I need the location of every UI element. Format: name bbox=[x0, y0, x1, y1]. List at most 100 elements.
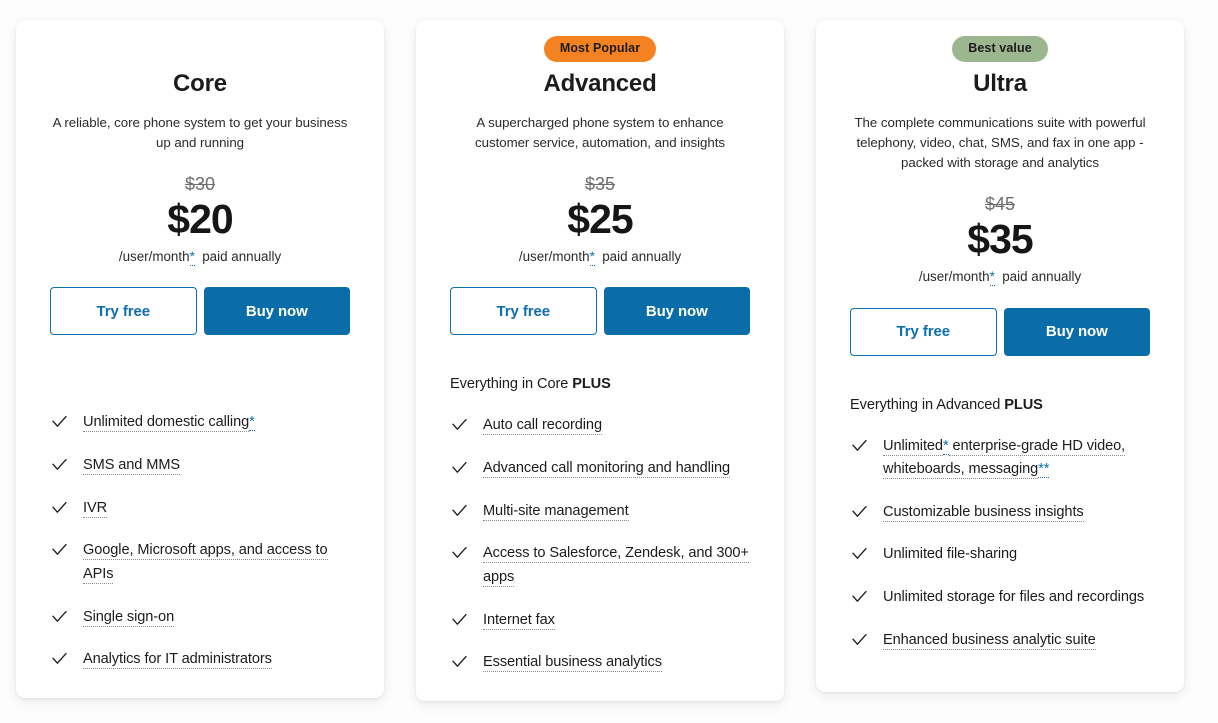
check-icon bbox=[850, 588, 869, 607]
check-icon bbox=[50, 541, 69, 560]
plan-name-ultra: Ultra bbox=[973, 70, 1027, 97]
price-footnote-asterisk[interactable]: * bbox=[989, 269, 995, 287]
price-terms-prefix: /user/month bbox=[118, 248, 190, 264]
features-intro-text: Everything in Core bbox=[450, 376, 573, 393]
features-intro-text: Everything in Advanced bbox=[850, 396, 1005, 413]
plan-card-core: Core A reliable, core phone system to get… bbox=[16, 20, 384, 698]
feature-label[interactable]: Access to Salesforce, Zendesk, and 300+ … bbox=[483, 542, 750, 589]
check-icon bbox=[50, 608, 69, 627]
plan-card-ultra: Best value Ultra The complete communicatio… bbox=[816, 20, 1184, 692]
feature-label[interactable]: Advanced call monitoring and handling bbox=[483, 457, 730, 481]
feature-label[interactable]: Customizable business insights bbox=[883, 501, 1084, 525]
plan-description-core: A reliable, core phone system to get you… bbox=[52, 114, 348, 150]
feature-label[interactable]: Internet fax bbox=[483, 609, 555, 633]
feature-text-part: Advanced call monitoring and handling bbox=[483, 459, 730, 478]
price-footnote-asterisk[interactable]: * bbox=[189, 248, 195, 266]
buy-now-button-core[interactable]: Buy now bbox=[203, 287, 350, 336]
check-icon bbox=[50, 413, 69, 432]
price-block-core: $30 $20/user/month* paid annually bbox=[50, 174, 350, 266]
feature-text-part: Unlimited bbox=[883, 437, 943, 456]
feature-footnote-marker[interactable]: * bbox=[942, 437, 949, 455]
feature-item: Advanced call monitoring and handling bbox=[450, 457, 750, 481]
check-icon bbox=[450, 502, 469, 521]
buy-now-button-ultra[interactable]: Buy now bbox=[1003, 307, 1150, 356]
original-price-core: $30 bbox=[184, 174, 216, 195]
feature-label[interactable]: Analytics for IT administrators bbox=[83, 648, 272, 672]
feature-text-part: Internet fax bbox=[483, 611, 555, 630]
feature-label[interactable]: SMS and MMS bbox=[83, 454, 180, 478]
features-section-advanced: Everything in Core PLUS Auto call recordi… bbox=[450, 375, 750, 674]
feature-item: SMS and MMS bbox=[50, 454, 350, 478]
feature-text-part: Unlimited storage for files and recordin… bbox=[883, 589, 1145, 606]
price-terms-suffix: paid annually bbox=[1002, 269, 1082, 285]
feature-text-part: Auto call recording bbox=[483, 417, 602, 436]
feature-list-advanced: Auto call recording Advanced call monitor… bbox=[450, 414, 750, 674]
feature-text-part: Google, Microsoft apps, and access to AP… bbox=[83, 542, 328, 584]
feature-text-part: Multi-site management bbox=[483, 502, 629, 521]
feature-label[interactable]: Unlimited domestic calling* bbox=[83, 411, 255, 435]
current-price-ultra: $35 bbox=[967, 216, 1033, 263]
feature-item: Access to Salesforce, Zendesk, and 300+ … bbox=[450, 542, 750, 589]
cta-button-row-ultra: Try free Buy now bbox=[850, 307, 1150, 356]
price-terms-prefix: /user/month bbox=[918, 269, 990, 285]
plan-name-advanced: Advanced bbox=[543, 70, 657, 97]
try-free-button-ultra[interactable]: Try free bbox=[850, 307, 997, 356]
badge-row-ultra: Best value bbox=[850, 36, 1150, 62]
buy-now-button-advanced[interactable]: Buy now bbox=[603, 287, 750, 336]
feature-item: Unlimited storage for files and recordin… bbox=[850, 586, 1150, 610]
feature-label[interactable]: Essential business analytics bbox=[483, 651, 662, 675]
original-price-ultra: $45 bbox=[984, 194, 1016, 215]
feature-footnote-marker-2[interactable]: ** bbox=[1038, 461, 1049, 479]
check-icon bbox=[450, 611, 469, 630]
price-terms-suffix: paid annually bbox=[602, 248, 682, 264]
check-icon bbox=[850, 503, 869, 522]
check-icon bbox=[850, 545, 869, 564]
feature-label[interactable]: Single sign-on bbox=[83, 606, 174, 630]
feature-item: Single sign-on bbox=[50, 606, 350, 630]
plan-badge-advanced: Most Popular bbox=[543, 36, 657, 62]
feature-text-part: Analytics for IT administrators bbox=[83, 651, 272, 670]
feature-item: Google, Microsoft apps, and access to AP… bbox=[50, 539, 350, 586]
plan-badge-ultra: Best value bbox=[952, 36, 1048, 62]
current-price-core: $20 bbox=[167, 196, 233, 242]
feature-item: Enhanced business analytic suite bbox=[850, 629, 1150, 653]
feature-text-part: Single sign-on bbox=[83, 608, 175, 627]
badge-row-core bbox=[50, 36, 350, 62]
price-footnote-asterisk[interactable]: * bbox=[589, 248, 595, 266]
original-price-advanced: $35 bbox=[584, 174, 616, 195]
feature-label[interactable]: Enhanced business analytic suite bbox=[883, 629, 1096, 653]
cta-button-row-core: Try free Buy now bbox=[50, 287, 350, 336]
price-terms-suffix: paid annually bbox=[202, 248, 282, 264]
check-icon bbox=[850, 437, 869, 456]
feature-label[interactable]: IVR bbox=[83, 497, 107, 521]
try-free-button-advanced[interactable]: Try free bbox=[450, 287, 597, 336]
feature-text-part: Unlimited domestic calling bbox=[83, 414, 250, 433]
feature-label[interactable]: Unlimited* enterprise-grade HD video, wh… bbox=[883, 435, 1150, 482]
price-terms-advanced: /user/month* paid annually bbox=[450, 248, 750, 266]
price-block-ultra: $45 $35/user/month* paid annually bbox=[850, 194, 1150, 287]
feature-label[interactable]: Google, Microsoft apps, and access to AP… bbox=[83, 539, 350, 586]
feature-item: Unlimited file-sharing bbox=[850, 543, 1150, 567]
feature-footnote-marker[interactable]: * bbox=[249, 414, 255, 432]
feature-text-part: Unlimited file-sharing bbox=[883, 546, 1018, 563]
price-terms-core: /user/month* paid annually bbox=[50, 248, 350, 266]
pricing-plans-grid: Core A reliable, core phone system to get… bbox=[0, 0, 1218, 701]
cta-button-row-advanced: Try free Buy now bbox=[450, 287, 750, 336]
feature-item: Essential business analytics bbox=[450, 651, 750, 675]
check-icon bbox=[450, 653, 469, 672]
check-icon bbox=[450, 544, 469, 563]
feature-label[interactable]: Multi-site management bbox=[483, 500, 629, 524]
feature-item: Internet fax bbox=[450, 609, 750, 633]
feature-label[interactable]: Auto call recording bbox=[483, 414, 602, 438]
feature-label: Unlimited file-sharing bbox=[883, 543, 1017, 567]
check-icon bbox=[850, 631, 869, 650]
feature-item: Customizable business insights bbox=[850, 501, 1150, 525]
feature-item: Unlimited* enterprise-grade HD video, wh… bbox=[850, 435, 1150, 482]
feature-item: Unlimited domestic calling* bbox=[50, 411, 350, 435]
feature-text-part: Essential business analytics bbox=[483, 654, 662, 673]
features-intro-emphasis: PLUS bbox=[1004, 396, 1043, 413]
try-free-button-core[interactable]: Try free bbox=[50, 287, 197, 336]
price-terms-ultra: /user/month* paid annually bbox=[850, 268, 1150, 287]
feature-text-part: SMS and MMS bbox=[83, 456, 181, 475]
feature-item: IVR bbox=[50, 497, 350, 521]
